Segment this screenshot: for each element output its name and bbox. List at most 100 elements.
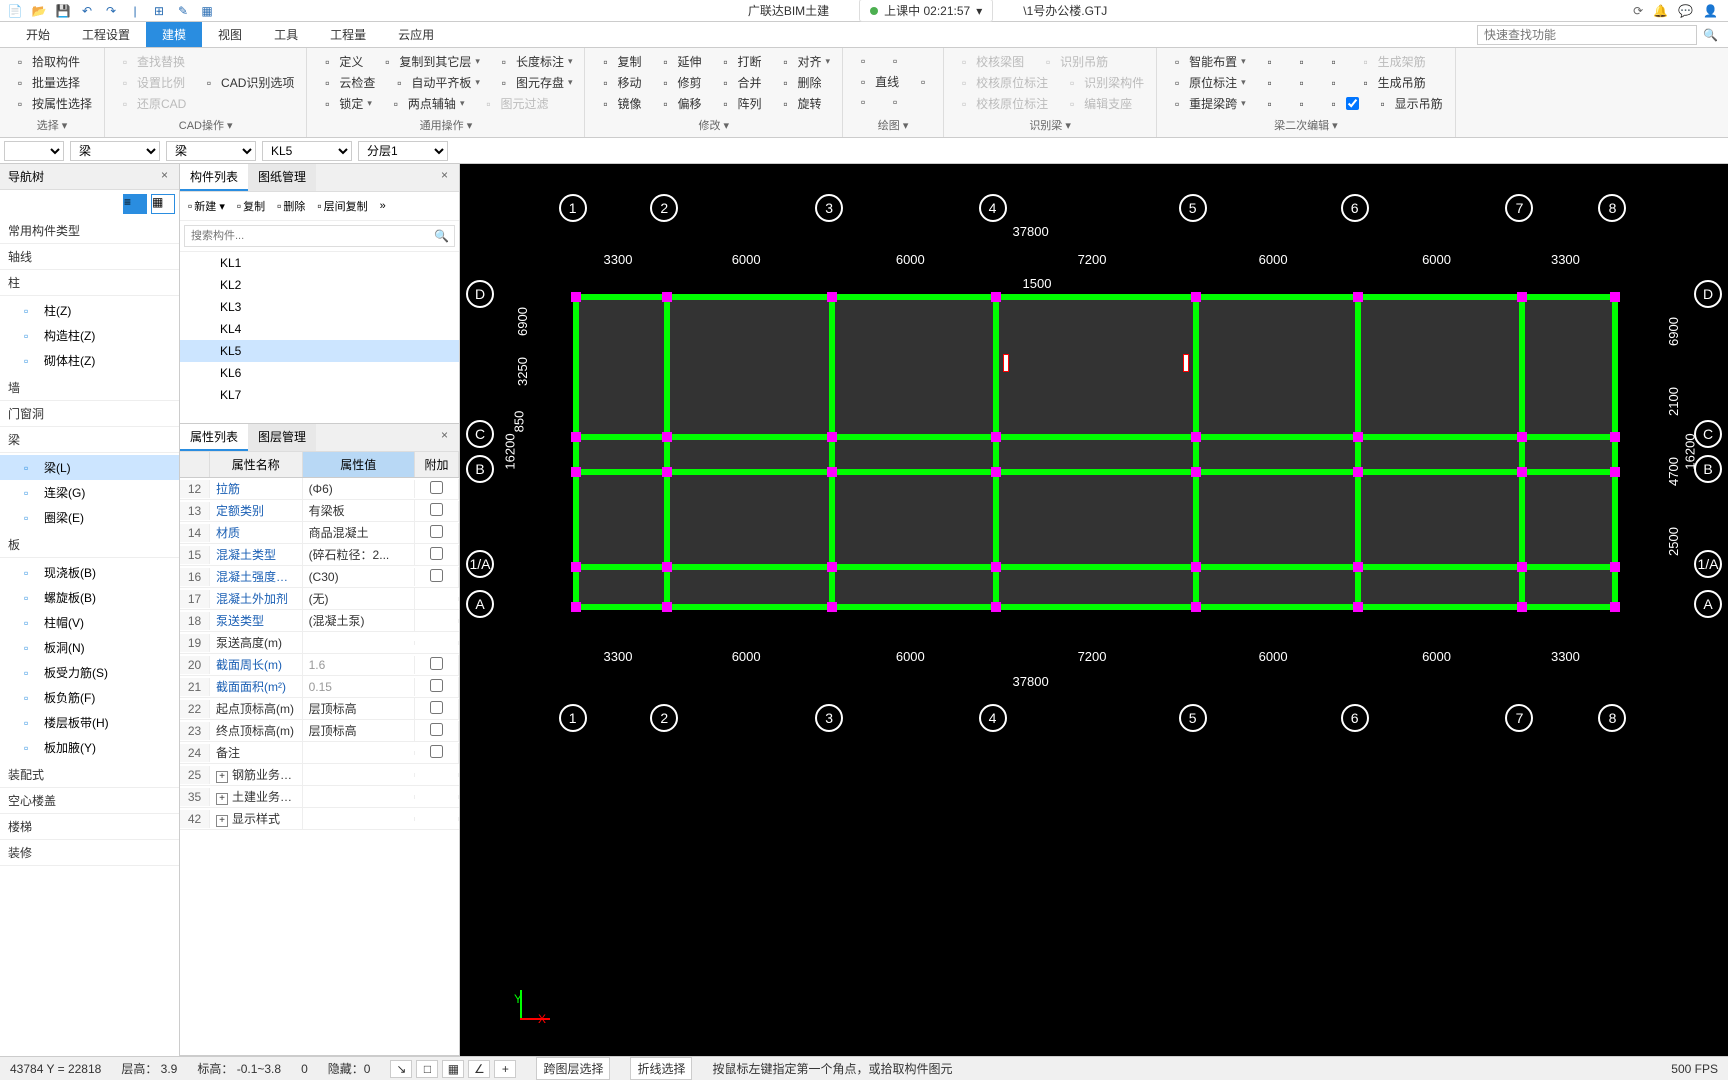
comp-toolbar-删除[interactable]: ▫ 删除 xyxy=(273,196,309,216)
prop-row-12[interactable]: 12拉筋(Φ6) xyxy=(180,478,459,500)
ribbon-btn-智能布置[interactable]: ▫智能布置 xyxy=(1167,52,1248,71)
tab-component-list[interactable]: 构件列表 xyxy=(180,164,248,191)
expand-icon[interactable]: + xyxy=(216,771,228,783)
ribbon-btn-镜像[interactable]: ▫镜像 xyxy=(595,94,643,113)
nav-item-螺旋板(B)[interactable]: ▫螺旋板(B) xyxy=(0,585,179,610)
nav-item-连梁(G)[interactable]: ▫连梁(G) xyxy=(0,480,179,505)
nav-item-圈梁(E)[interactable]: ▫圈梁(E) xyxy=(0,505,179,530)
ribbon-btn-i5[interactable]: ▫ xyxy=(1292,74,1312,92)
tab-view[interactable]: 视图 xyxy=(202,22,258,47)
tab-project-settings[interactable]: 工程设置 xyxy=(66,22,146,47)
ribbon-btn-rect[interactable]: ▫ xyxy=(853,93,873,111)
nav-item-板负筋(F)[interactable]: ▫板负筋(F) xyxy=(0,685,179,710)
ribbon-btn-修剪[interactable]: ▫修剪 xyxy=(656,73,704,92)
nav-item-板洞(N)[interactable]: ▫板洞(N) xyxy=(0,635,179,660)
comp-toolbar-层间复制[interactable]: ▫ 层间复制 xyxy=(313,196,371,216)
ribbon-btn-i2[interactable]: ▫ xyxy=(1292,53,1312,71)
expand-icon[interactable]: + xyxy=(216,793,228,805)
status-icon-1[interactable]: ↘ xyxy=(390,1060,412,1078)
nav-list-view-button[interactable]: ≡ xyxy=(123,194,147,214)
component-item-KL7[interactable]: KL7 xyxy=(180,384,459,406)
nav-item-现浇板(B)[interactable]: ▫现浇板(B) xyxy=(0,560,179,585)
prop-row-14[interactable]: 14材质商品混凝土 xyxy=(180,522,459,544)
prop-value[interactable]: (C30) xyxy=(303,568,415,586)
qat-tool2-icon[interactable]: ✎ xyxy=(174,2,192,20)
close-icon[interactable]: × xyxy=(161,168,175,182)
nav-item-柱(Z)[interactable]: ▫柱(Z) xyxy=(0,298,179,323)
polyline-select-button[interactable]: 折线选择 xyxy=(630,1057,692,1080)
prop-value[interactable] xyxy=(303,817,415,821)
status-icon-4[interactable]: ∠ xyxy=(468,1060,490,1078)
selector-3[interactable]: 梁 xyxy=(166,141,256,161)
prop-row-13[interactable]: 13定额类别有梁板 xyxy=(180,500,459,522)
component-item-KL5[interactable]: KL5 xyxy=(180,340,459,362)
qat-redo-icon[interactable]: ↷ xyxy=(102,2,120,20)
ribbon-btn-锁定[interactable]: ▫锁定 xyxy=(317,94,374,113)
user-icon[interactable]: 👤 xyxy=(1703,4,1718,18)
ribbon-btn-i1[interactable]: ▫ xyxy=(1260,53,1280,71)
ribbon-btn-circ[interactable]: ▫ xyxy=(913,73,933,91)
ribbon-btn-长度标注[interactable]: ▫长度标注 xyxy=(494,52,575,71)
prop-row-16[interactable]: 16混凝土强度等级(C30) xyxy=(180,566,459,588)
comp-toolbar-新建[interactable]: ▫ 新建 ▾ xyxy=(184,196,229,216)
nav-item-构造柱(Z)[interactable]: ▫构造柱(Z) xyxy=(0,323,179,348)
nav-section-axis[interactable]: 轴线 xyxy=(0,244,179,270)
close-icon[interactable]: × xyxy=(441,428,455,442)
prop-row-15[interactable]: 15混凝土类型(碎石粒径：2... xyxy=(180,544,459,566)
drawing-canvas[interactable]: 1122334455667788DDCCBB1/A1/AAA3780033006… xyxy=(460,164,1728,1056)
ribbon-btn-i3[interactable]: ▫ xyxy=(1324,53,1344,71)
nav-section-column[interactable]: 柱 xyxy=(0,270,179,296)
nav-item-板受力筋(S)[interactable]: ▫板受力筋(S) xyxy=(0,660,179,685)
prop-row-25[interactable]: 25+钢筋业务属性 xyxy=(180,764,459,786)
ribbon-btn-cb[interactable]: ▫ xyxy=(1324,95,1361,113)
prop-row-24[interactable]: 24备注 xyxy=(180,742,459,764)
nav-section-beam[interactable]: 梁 xyxy=(0,427,179,453)
prop-checkbox[interactable] xyxy=(430,525,443,538)
prop-value[interactable]: (混凝土泵) xyxy=(303,610,415,631)
ribbon-btn-rect2[interactable]: ▫ xyxy=(885,93,905,111)
nav-section-opening[interactable]: 门窗洞 xyxy=(0,401,179,427)
prop-row-18[interactable]: 18泵送类型(混凝土泵) xyxy=(180,610,459,632)
prop-row-42[interactable]: 42+显示样式 xyxy=(180,808,459,830)
prop-checkbox[interactable] xyxy=(430,657,443,670)
prop-value[interactable]: 层顶标高 xyxy=(303,720,415,741)
prop-row-17[interactable]: 17混凝土外加剂(无) xyxy=(180,588,459,610)
tab-start[interactable]: 开始 xyxy=(10,22,66,47)
ribbon-btn-按属性选择[interactable]: ▫按属性选择 xyxy=(10,94,94,113)
status-icon-2[interactable]: □ xyxy=(416,1060,438,1078)
component-item-KL2[interactable]: KL2 xyxy=(180,274,459,296)
ribbon-btn-移动[interactable]: ▫移动 xyxy=(595,73,643,92)
ribbon-btn-旋转[interactable]: ▫旋转 xyxy=(776,94,824,113)
refresh-icon[interactable]: ⟳ xyxy=(1633,4,1643,18)
ribbon-btn-打断[interactable]: ▫打断 xyxy=(716,52,764,71)
ribbon-btn-i8[interactable]: ▫ xyxy=(1292,95,1312,113)
prop-row-20[interactable]: 20截面周长(m)1.6 xyxy=(180,654,459,676)
nav-item-楼层板带(H)[interactable]: ▫楼层板带(H) xyxy=(0,710,179,735)
nav-section-hollow[interactable]: 空心楼盖 xyxy=(0,788,179,814)
prop-row-35[interactable]: 35+土建业务属性 xyxy=(180,786,459,808)
close-icon[interactable]: × xyxy=(441,168,455,182)
nav-item-梁(L)[interactable]: ▫梁(L) xyxy=(0,455,179,480)
component-item-KL6[interactable]: KL6 xyxy=(180,362,459,384)
selection-handle[interactable] xyxy=(1183,354,1189,372)
nav-section-slab[interactable]: 板 xyxy=(0,532,179,558)
ribbon-btn-直线[interactable]: ▫直线 xyxy=(853,72,901,91)
search-icon[interactable]: 🔍 xyxy=(434,229,449,243)
prop-value[interactable] xyxy=(303,641,415,645)
ribbon-btn-自动平齐板[interactable]: ▫自动平齐板 xyxy=(389,73,482,92)
prop-checkbox[interactable] xyxy=(430,547,443,560)
nav-grid-view-button[interactable]: ▦ xyxy=(151,194,175,214)
prop-header-value[interactable]: 属性值 xyxy=(303,452,415,477)
nav-section-stair[interactable]: 楼梯 xyxy=(0,814,179,840)
prop-row-19[interactable]: 19泵送高度(m) xyxy=(180,632,459,654)
tab-drawing-mgmt[interactable]: 图纸管理 xyxy=(248,164,316,191)
prop-value[interactable] xyxy=(303,795,415,799)
notify-icon[interactable]: 🔔 xyxy=(1653,4,1668,18)
prop-value[interactable] xyxy=(303,773,415,777)
tab-modeling[interactable]: 建模 xyxy=(146,22,202,47)
chat-icon[interactable]: 💬 xyxy=(1678,4,1693,18)
ribbon-btn-生成吊筋[interactable]: ▫生成吊筋 xyxy=(1356,73,1428,92)
selector-5[interactable]: 分层1 xyxy=(358,141,448,161)
ribbon-btn-i4[interactable]: ▫ xyxy=(1260,74,1280,92)
qat-tool3-icon[interactable]: ▦ xyxy=(198,2,216,20)
